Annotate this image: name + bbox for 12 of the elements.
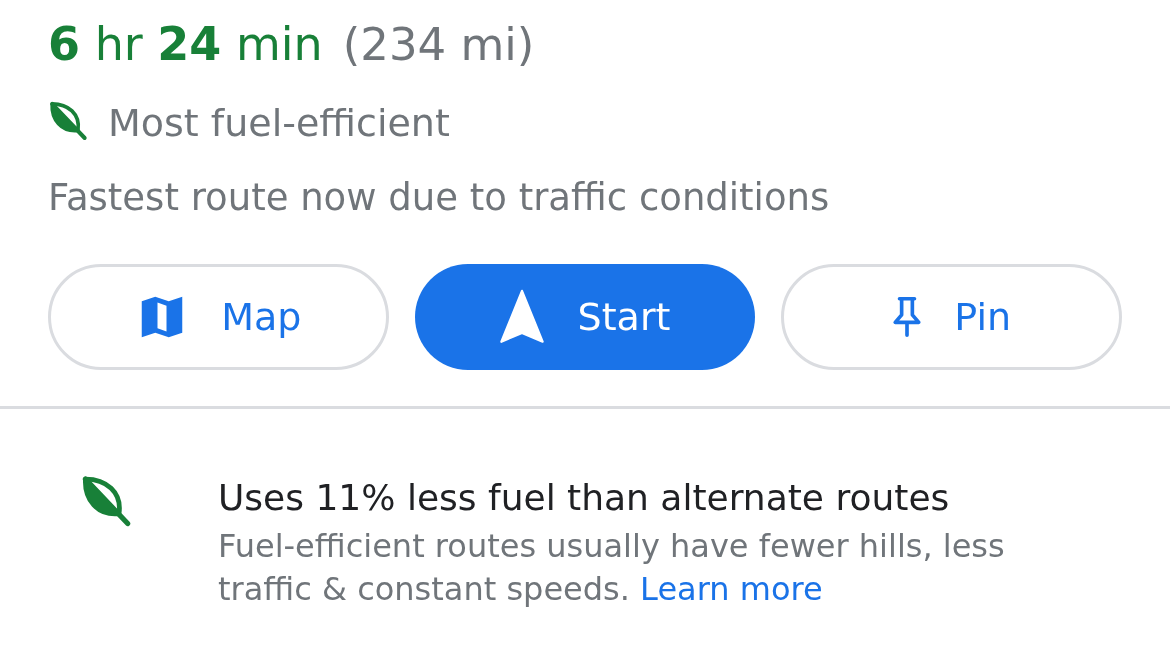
trip-duration: 6 hr 24 min <box>48 16 323 73</box>
pushpin-icon <box>892 295 923 339</box>
fuel-savings-title: Uses 11% less fuel than alternate routes <box>218 476 951 520</box>
learn-more-link[interactable]: Learn more <box>640 570 823 608</box>
map-button[interactable]: Map <box>48 264 389 370</box>
navigation-arrow-icon <box>499 289 544 345</box>
trip-distance: (234 mi) <box>342 17 535 73</box>
pin-button[interactable]: Pin <box>781 264 1122 370</box>
route-note: Fastest route now due to traffic conditions <box>48 175 830 222</box>
start-button[interactable]: Start <box>414 264 756 370</box>
fuel-savings-description: Fuel-efficient routes usually have fewer hills, less traffic & constant speeds. Learn more <box>218 526 1006 610</box>
route-badge-label: Most fuel-efficient <box>108 99 450 147</box>
